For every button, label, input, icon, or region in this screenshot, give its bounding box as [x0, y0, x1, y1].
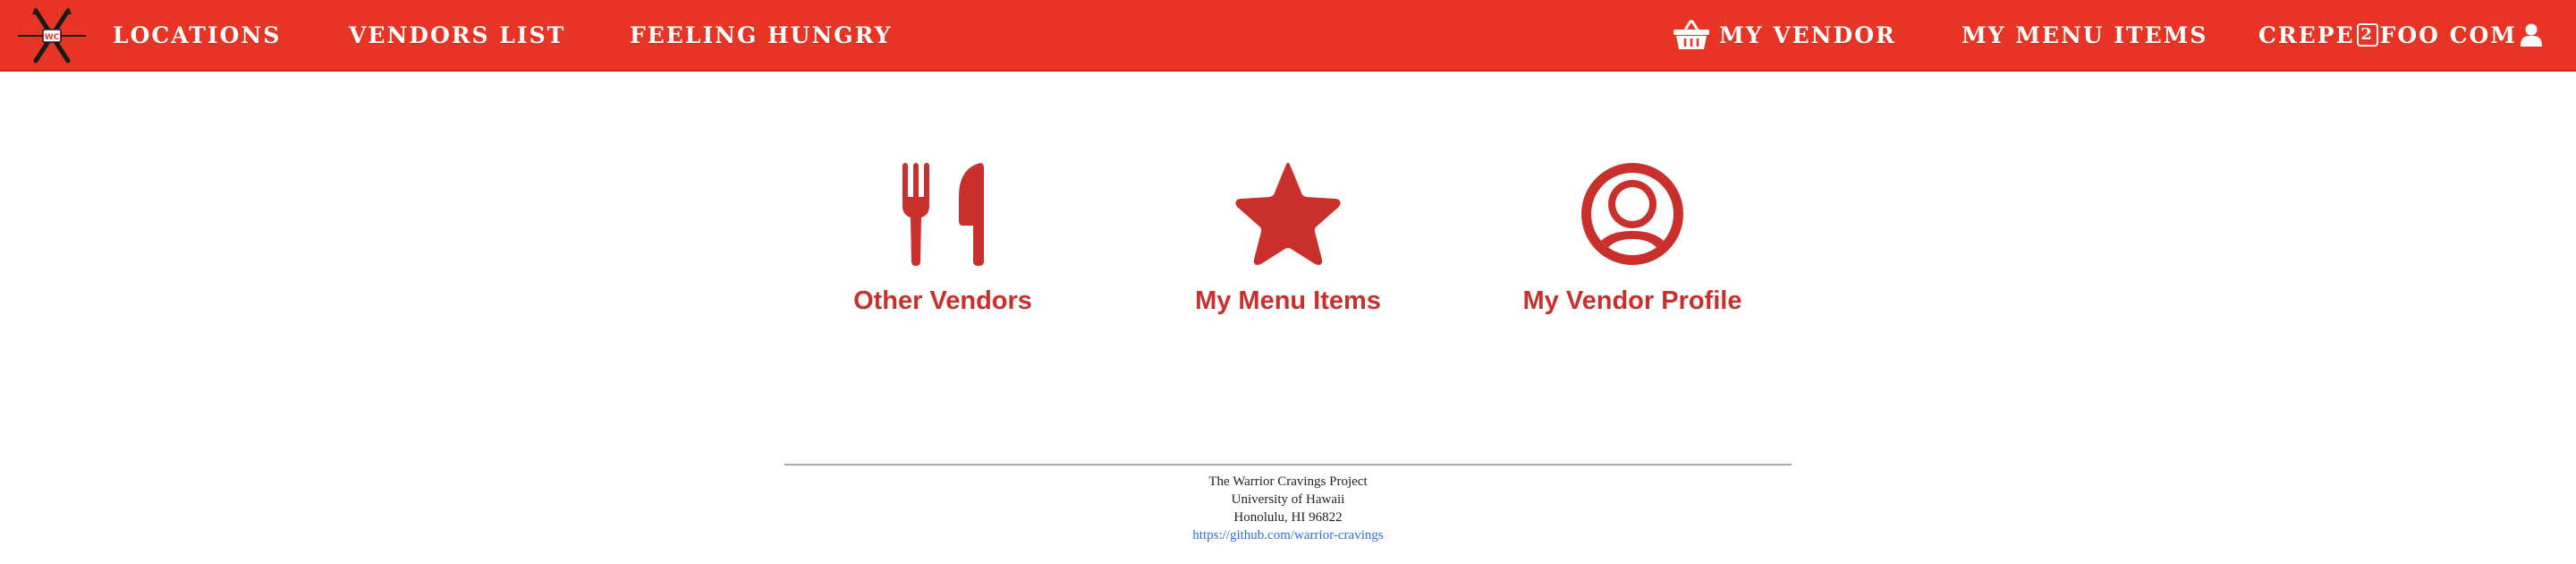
my-vendor-profile-label: My Vendor Profile — [1522, 286, 1742, 315]
logo-icon: WC — [18, 7, 86, 64]
my-vendor-profile-tile[interactable]: My Vendor Profile — [1498, 161, 1767, 316]
user-name-glyph: 2 — [2356, 23, 2378, 47]
other-vendors-tile[interactable]: Other Vendors — [809, 161, 1077, 316]
footer-project-name: The Warrior Cravings Project — [1208, 474, 1368, 489]
warrior-cravings-logo[interactable]: WC — [16, 5, 88, 66]
footer: The Warrior Cravings Project University … — [784, 473, 1792, 544]
user-icon — [2520, 23, 2542, 47]
nav-link-locations[interactable]: Locations — [113, 0, 281, 70]
utensils-icon — [902, 163, 984, 266]
my-menu-items-tile[interactable]: My Menu Items — [1154, 161, 1422, 316]
other-vendors-label: Other Vendors — [853, 286, 1032, 315]
footer-github-link[interactable]: https://github.com/warrior-cravings — [1192, 528, 1383, 543]
footer-address: Honolulu, HI 96822 — [1233, 510, 1343, 525]
user-circle-icon — [1581, 163, 1683, 265]
nav-link-feeling-hungry[interactable]: Feeling Hungry — [630, 0, 893, 70]
nav-link-my-vendor-label: My Vendor — [1719, 21, 1896, 48]
svg-text:WC: WC — [45, 33, 60, 42]
nav-link-my-vendor[interactable]: My Vendor — [1673, 0, 1896, 70]
basket-icon — [1674, 20, 1709, 49]
nav-link-vendors-list[interactable]: Vendors List — [349, 0, 565, 70]
footer-divider — [784, 464, 1792, 466]
user-name-part1: crepe — [2258, 21, 2355, 48]
nav-link-my-menu-items[interactable]: My Menu Items — [1962, 0, 2207, 70]
footer-university: University of Hawaii — [1231, 492, 1345, 507]
user-account-menu[interactable]: crepe 2 foo com — [2258, 0, 2542, 70]
star-icon — [1235, 163, 1341, 265]
user-name-part2: foo com — [2379, 21, 2517, 48]
my-menu-items-label: My Menu Items — [1195, 286, 1381, 315]
top-navbar: WC Locations Vendors List Feeling Hungry… — [0, 0, 2576, 72]
